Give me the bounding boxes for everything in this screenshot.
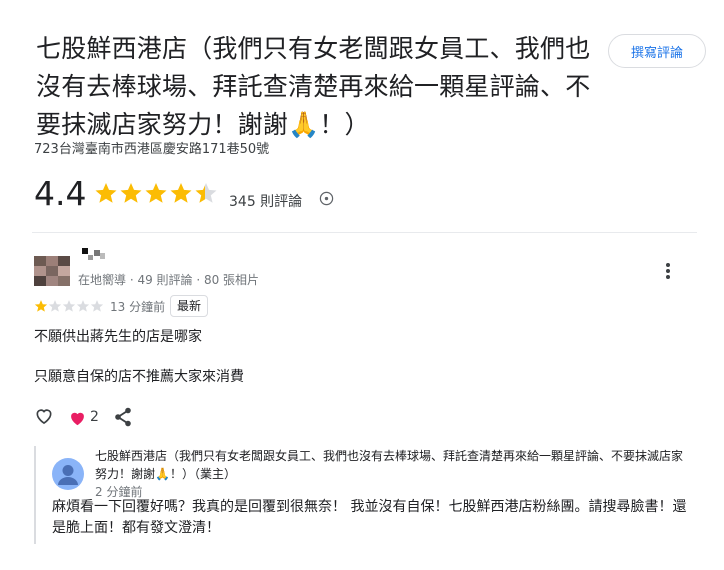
review-time: 13 分鐘前 xyxy=(110,300,166,314)
average-rating: 4.4 xyxy=(34,174,87,213)
reviewer-meta: 在地嚮導 · 49 則評論 · 80 張相片 xyxy=(78,273,260,287)
half-star-icon xyxy=(195,183,217,203)
review-text-line: 只願意自保的店不推薦大家來消費 xyxy=(34,369,244,385)
like-button[interactable] xyxy=(34,406,54,430)
more-options-icon[interactable] xyxy=(663,262,673,284)
heart-reaction-icon xyxy=(69,410,86,430)
rating-stars xyxy=(94,181,218,205)
owner-name: 七股鮮西港店（我們只有女老闆跟女員工、我們也沒有去棒球場、拜託查清楚再來給一顆星… xyxy=(95,449,684,481)
review-stars xyxy=(34,299,104,313)
write-review-button[interactable]: 撰寫評論 xyxy=(608,34,706,68)
star-icon xyxy=(34,300,48,312)
star-icon xyxy=(120,183,142,203)
heart-outline-icon xyxy=(36,409,52,425)
place-title: 七股鮮西港店（我們只有女老闆跟女員工、我們也沒有去棒球場、拜託查清楚再來給一顆星… xyxy=(36,34,591,139)
section-divider xyxy=(32,232,697,233)
review-count[interactable]: 345 則評論 xyxy=(229,191,302,211)
empty-star-icon xyxy=(76,300,90,312)
reviewer-name[interactable] xyxy=(80,248,112,264)
empty-star-icon xyxy=(62,300,76,312)
reviewer-avatar[interactable] xyxy=(34,256,70,286)
owner-response-bar xyxy=(34,446,36,544)
star-icon xyxy=(145,183,167,203)
reaction-count: 2 xyxy=(90,409,99,425)
empty-star-icon xyxy=(90,300,104,312)
star-icon xyxy=(170,183,192,203)
owner-reply-text: 麻煩看一下回覆好嗎？我真的是回覆到很無奈！ 我並沒有自保！七股鮮西港店粉絲團。請… xyxy=(52,499,687,536)
star-icon xyxy=(95,183,117,203)
share-icon[interactable] xyxy=(114,407,132,431)
review-text-line: 不願供出蔣先生的店是哪家 xyxy=(34,329,202,345)
new-badge: 最新 xyxy=(170,295,209,317)
info-icon[interactable] xyxy=(319,191,334,210)
owner-avatar xyxy=(52,458,84,494)
empty-star-icon xyxy=(48,300,62,312)
place-address: 723台灣臺南市西港區慶安路171巷50號 xyxy=(34,142,270,157)
